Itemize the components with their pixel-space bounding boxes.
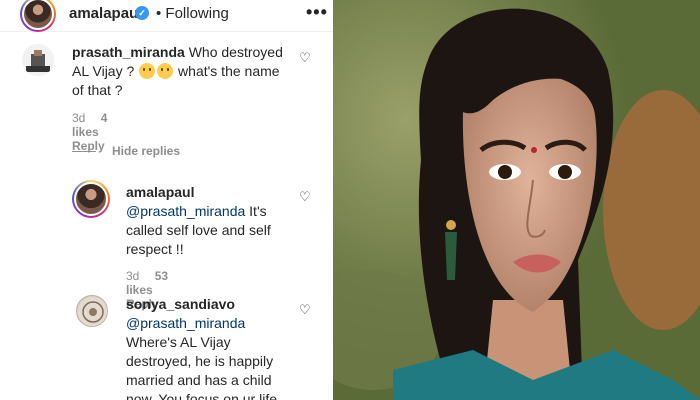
comment-body: of that ?: [72, 82, 123, 98]
comment-body: Who destroyed: [188, 44, 283, 60]
reply-text: sonya_sandiavo @prasath_miranda Where's …: [126, 295, 301, 400]
commenter-avatar[interactable]: [22, 44, 54, 76]
hide-replies-line: [72, 151, 96, 152]
woman-portrait-image: [333, 0, 700, 400]
like-heart-icon[interactable]: ♡: [299, 51, 313, 65]
reply-body: destroyed, he is happily: [126, 353, 274, 369]
thinking-face-emoji-icon: [157, 63, 174, 79]
verified-badge-icon: ✓: [135, 6, 149, 20]
comment-username[interactable]: prasath_miranda: [72, 44, 185, 60]
reply-username[interactable]: amalapaul: [126, 184, 194, 200]
reply-body: called self love and self: [126, 222, 271, 238]
reply-date: 3d: [126, 269, 140, 283]
profile-avatar[interactable]: [20, 0, 56, 32]
hide-replies-button[interactable]: Hide replies: [112, 144, 180, 158]
comment-body: what's the name: [178, 63, 280, 79]
following-status[interactable]: • Following: [156, 5, 229, 22]
like-heart-icon[interactable]: ♡: [299, 303, 313, 317]
reply-body: respect !!: [126, 241, 184, 257]
header-username[interactable]: amalapaul: [69, 5, 142, 22]
comment-date: 3d: [72, 111, 86, 125]
thinking-face-emoji-icon: [139, 63, 156, 79]
comment-meta: 3d 4 likes Reply: [72, 111, 117, 153]
reply-avatar[interactable]: [72, 180, 110, 218]
comment-text: prasath_miranda Who destroyed AL Vijay ?…: [72, 43, 292, 100]
reply-body: It's: [249, 203, 267, 219]
reply-avatar[interactable]: [76, 295, 108, 327]
post-header: amalapaul ✓ • Following •••: [0, 0, 333, 32]
comment-body: AL Vijay ?: [72, 63, 135, 79]
reply-username[interactable]: sonya_sandiavo: [126, 296, 235, 312]
more-options-icon[interactable]: •••: [306, 2, 328, 23]
reply-text: amalapaul @prasath_miranda It's called s…: [126, 183, 301, 259]
reply-body: Where's AL Vijay: [126, 334, 231, 350]
reply-body: now. You focus on ur life: [126, 391, 277, 400]
comments-panel: amalapaul ✓ • Following ••• prasath_mira…: [0, 0, 333, 400]
reply-mention[interactable]: @prasath_miranda: [126, 315, 245, 331]
reply-body: married and has a child: [126, 372, 272, 388]
reply-mention[interactable]: @prasath_miranda: [126, 203, 245, 219]
post-photo[interactable]: [333, 0, 700, 400]
like-heart-icon[interactable]: ♡: [299, 190, 313, 204]
